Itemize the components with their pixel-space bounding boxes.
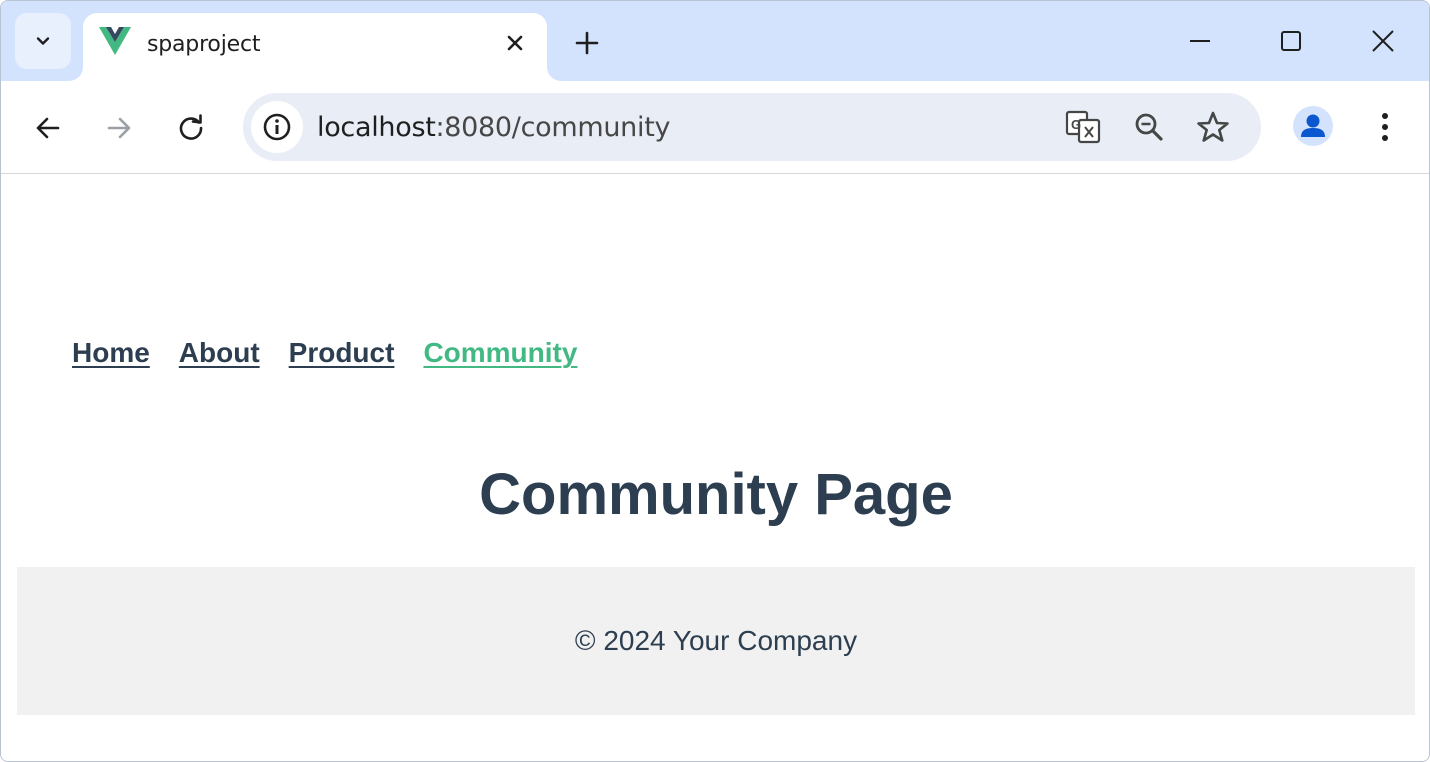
- minimize-button[interactable]: [1176, 19, 1224, 63]
- url-host: localhost: [317, 112, 436, 143]
- new-tab-button[interactable]: [567, 23, 607, 63]
- browser-menu-button[interactable]: [1363, 105, 1407, 149]
- plus-icon: [575, 31, 599, 55]
- svg-text:G: G: [1071, 117, 1081, 132]
- forward-button[interactable]: [96, 105, 142, 151]
- nav-link-home[interactable]: Home: [72, 337, 150, 369]
- browser-window: spaproject localhost:8080/community G Ho…: [0, 0, 1430, 762]
- back-button[interactable]: [25, 105, 71, 151]
- person-icon: [1301, 114, 1325, 137]
- zoom-out-icon: [1135, 113, 1163, 141]
- nav-link-product[interactable]: Product: [289, 337, 395, 369]
- translate-icon: G: [1065, 110, 1101, 144]
- info-icon: [263, 113, 291, 141]
- more-vertical-icon: [1382, 113, 1388, 141]
- chevron-down-icon: [36, 37, 50, 45]
- vue-logo-icon: [99, 27, 131, 55]
- star-icon: [1197, 111, 1229, 142]
- profile-avatar[interactable]: [1293, 106, 1333, 146]
- window-close-button[interactable]: [1359, 19, 1407, 63]
- tab-strip: spaproject: [1, 1, 1429, 81]
- main-nav: Home About Product Community: [72, 337, 606, 369]
- page-content: Home About Product Community Community P…: [1, 175, 1429, 761]
- page-footer: © 2024 Your Company: [17, 567, 1415, 715]
- maximize-button[interactable]: [1267, 19, 1315, 63]
- footer-text: © 2024 Your Company: [574, 625, 858, 656]
- browser-toolbar: localhost:8080/community G: [1, 81, 1429, 174]
- page-title: Community Page: [479, 462, 953, 527]
- reload-icon: [179, 114, 203, 140]
- maximize-icon: [1281, 31, 1301, 51]
- bookmark-button[interactable]: [1193, 107, 1233, 147]
- close-icon: [507, 35, 523, 51]
- tab-search-button[interactable]: [15, 13, 71, 69]
- nav-link-about[interactable]: About: [179, 337, 260, 369]
- zoom-button[interactable]: [1129, 107, 1169, 147]
- url-path: :8080/community: [435, 112, 671, 143]
- close-icon: [1372, 30, 1394, 52]
- arrow-left-icon: [36, 117, 60, 139]
- nav-link-community[interactable]: Community: [423, 337, 577, 369]
- active-tab[interactable]: spaproject: [83, 13, 547, 81]
- arrow-right-icon: [107, 117, 131, 139]
- address-bar[interactable]: localhost:8080/community G: [243, 93, 1261, 161]
- site-info-button[interactable]: [251, 101, 303, 153]
- translate-button[interactable]: G: [1063, 107, 1103, 147]
- tab-close-button[interactable]: [501, 29, 529, 57]
- url-text[interactable]: localhost:8080/community: [317, 112, 670, 143]
- minimize-icon: [1190, 40, 1210, 42]
- reload-button[interactable]: [168, 105, 214, 151]
- tab-title: spaproject: [147, 32, 261, 57]
